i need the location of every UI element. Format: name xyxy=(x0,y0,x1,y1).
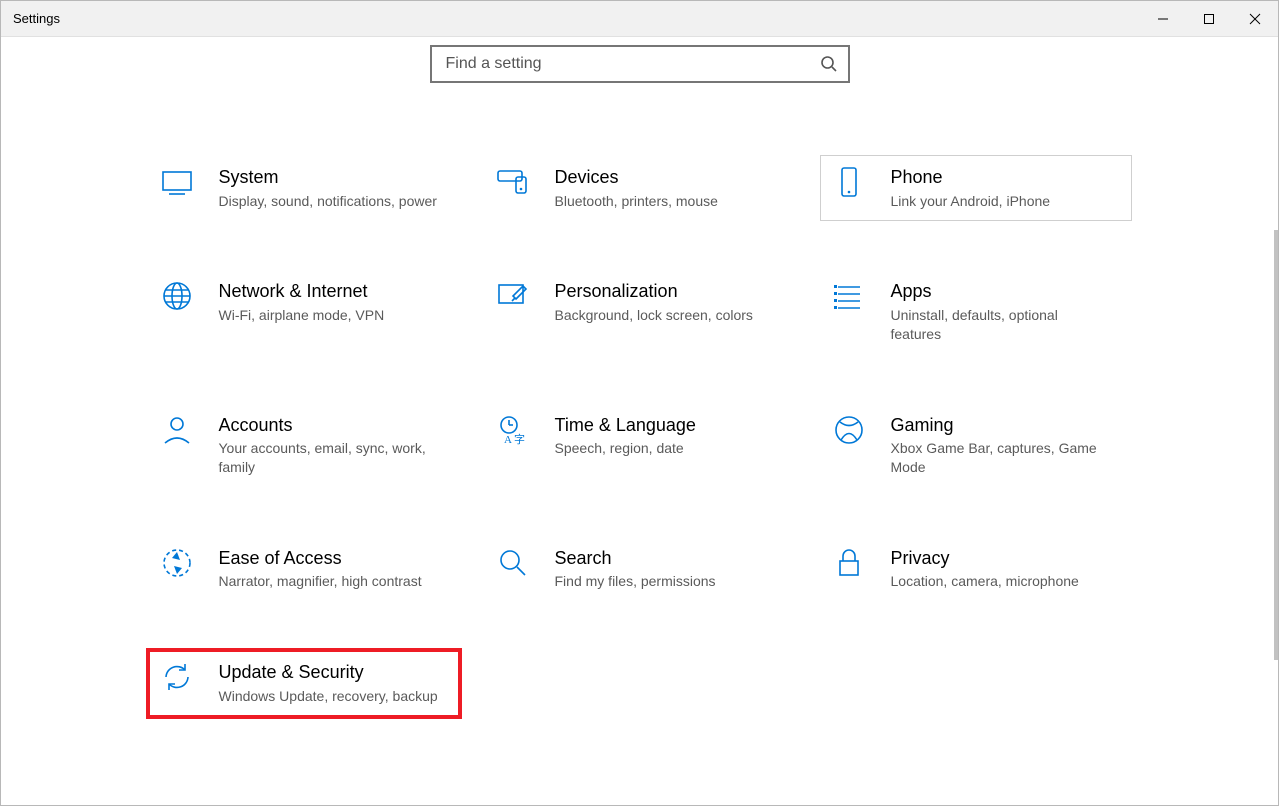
search-box[interactable] xyxy=(430,45,850,83)
tile-desc: Background, lock screen, colors xyxy=(555,306,775,325)
ease-icon xyxy=(159,545,195,581)
tile-title: Search xyxy=(555,547,785,570)
maximize-button[interactable] xyxy=(1186,1,1232,37)
close-button[interactable] xyxy=(1232,1,1278,37)
tile-system[interactable]: System Display, sound, notifications, po… xyxy=(148,155,460,221)
apps-icon xyxy=(831,278,867,314)
svg-text:A: A xyxy=(504,434,512,446)
svg-text:字: 字 xyxy=(514,432,525,446)
tile-title: Apps xyxy=(891,280,1121,303)
tile-title: Phone xyxy=(891,166,1121,189)
search-icon xyxy=(820,55,838,73)
tile-accounts[interactable]: Accounts Your accounts, email, sync, wor… xyxy=(148,403,460,488)
tile-title: Privacy xyxy=(891,547,1121,570)
tile-title: Accounts xyxy=(219,414,449,437)
tile-desc: Display, sound, notifications, power xyxy=(219,192,439,211)
tile-time-language[interactable]: A字 Time & Language Speech, region, date xyxy=(484,403,796,488)
tile-desc: Windows Update, recovery, backup xyxy=(219,687,439,706)
paint-icon xyxy=(495,278,531,314)
tile-devices[interactable]: Devices Bluetooth, printers, mouse xyxy=(484,155,796,221)
tile-update-security[interactable]: Update & Security Windows Update, recove… xyxy=(148,650,460,716)
tile-desc: Location, camera, microphone xyxy=(891,572,1111,591)
tile-title: System xyxy=(219,166,449,189)
system-icon xyxy=(159,164,195,200)
magnifier-icon xyxy=(495,545,531,581)
title-bar: Settings xyxy=(1,1,1278,37)
update-icon xyxy=(159,659,195,695)
tile-title: Time & Language xyxy=(555,414,785,437)
content-area: System Display, sound, notifications, po… xyxy=(1,37,1278,805)
category-grid: System Display, sound, notifications, po… xyxy=(1,155,1278,717)
devices-icon xyxy=(495,164,531,200)
tile-desc: Find my files, permissions xyxy=(555,572,775,591)
tile-desc: Narrator, magnifier, high contrast xyxy=(219,572,439,591)
tile-search[interactable]: Search Find my files, permissions xyxy=(484,536,796,602)
lock-icon xyxy=(831,545,867,581)
tile-title: Devices xyxy=(555,166,785,189)
person-icon xyxy=(159,412,195,448)
window-title: Settings xyxy=(13,11,60,26)
tile-desc: Speech, region, date xyxy=(555,439,775,458)
clock-language-icon: A字 xyxy=(495,412,531,448)
tile-desc: Your accounts, email, sync, work, family xyxy=(219,439,439,477)
tile-personalization[interactable]: Personalization Background, lock screen,… xyxy=(484,269,796,354)
xbox-icon xyxy=(831,412,867,448)
tile-desc: Uninstall, defaults, optional features xyxy=(891,306,1111,344)
phone-icon xyxy=(831,164,867,200)
tile-privacy[interactable]: Privacy Location, camera, microphone xyxy=(820,536,1132,602)
tile-gaming[interactable]: Gaming Xbox Game Bar, captures, Game Mod… xyxy=(820,403,1132,488)
tile-title: Ease of Access xyxy=(219,547,449,570)
tile-desc: Xbox Game Bar, captures, Game Mode xyxy=(891,439,1111,477)
scrollbar[interactable] xyxy=(1274,230,1278,660)
tile-title: Gaming xyxy=(891,414,1121,437)
tile-desc: Bluetooth, printers, mouse xyxy=(555,192,775,211)
settings-window: Settings Sys xyxy=(0,0,1279,806)
tile-phone[interactable]: Phone Link your Android, iPhone xyxy=(820,155,1132,221)
globe-icon xyxy=(159,278,195,314)
tile-desc: Wi-Fi, airplane mode, VPN xyxy=(219,306,439,325)
tile-title: Update & Security xyxy=(219,661,449,684)
tile-network[interactable]: Network & Internet Wi-Fi, airplane mode,… xyxy=(148,269,460,354)
tile-apps[interactable]: Apps Uninstall, defaults, optional featu… xyxy=(820,269,1132,354)
tile-desc: Link your Android, iPhone xyxy=(891,192,1111,211)
tile-ease-of-access[interactable]: Ease of Access Narrator, magnifier, high… xyxy=(148,536,460,602)
minimize-button[interactable] xyxy=(1140,1,1186,37)
search-input[interactable] xyxy=(446,55,820,73)
tile-title: Network & Internet xyxy=(219,280,449,303)
tile-title: Personalization xyxy=(555,280,785,303)
